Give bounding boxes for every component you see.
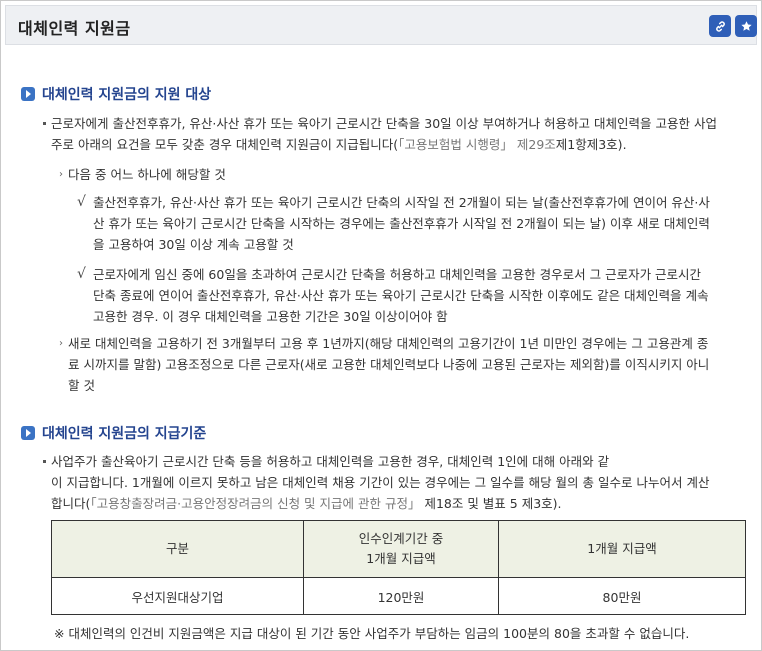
condition-1: › 다음 중 어느 하나에 해당할 것 — [59, 164, 748, 185]
text-line: 을 고용하여 30일 이상 계속 고용할 것 — [93, 237, 294, 252]
regulation-reference-link[interactable]: 「고용창출장려금·고용안정장려금의 신청 및 지급에 관한 규정」 — [90, 496, 420, 511]
condition-title: 다음 중 어느 하나에 해당할 것 — [68, 167, 226, 182]
content-panel: 대체인력 지원금 대체인력 지원금의 지원 대상 근로자에게 출산전후휴가, 유… — [0, 0, 762, 651]
condition-1-b: √ 근로자에게 임신 중에 60일을 초과하여 근로시간 단축을 허용하고 대체… — [77, 264, 758, 327]
text-line: 근로자에게 임신 중에 60일을 초과하여 근로시간 단축을 허용하고 대체인력… — [93, 267, 702, 282]
text-span: 제1항제3호). — [555, 137, 627, 152]
payment-table: 구분 인수인계기간 중 1개월 지급액 1개월 지급액 우선지원대상기업 120만… — [51, 520, 746, 615]
check-icon: √ — [77, 194, 86, 210]
law-reference-link[interactable]: 「고용보험법 시행령」 제29조 — [398, 137, 556, 152]
section-title-eligibility: 대체인력 지원금의 지원 대상 — [21, 84, 211, 104]
table-header: 인수인계기간 중 1개월 지급액 — [303, 520, 499, 578]
link-button[interactable] — [709, 15, 731, 37]
section-title-text: 대체인력 지원금의 지급기준 — [42, 426, 207, 442]
text-span: 합니다( — [51, 496, 91, 511]
text-line: 근로자에게 출산전후휴가, 유산·사산 휴가 또는 육아기 근로시간 단축을 3… — [51, 116, 717, 131]
footnote: ※ 대체인력의 인건비 지원금액은 지급 대상이 된 기간 동안 사업주가 부담… — [54, 626, 690, 641]
table-header-row: 구분 인수인계기간 중 1개월 지급액 1개월 지급액 — [51, 520, 746, 578]
text-line: 단축 종료에 연이어 출산전후휴가, 유산·사산 휴가 또는 육아기 근로시간 … — [93, 288, 709, 303]
page-title: 대체인력 지원금 — [18, 19, 131, 38]
check-icon: √ — [77, 266, 86, 282]
table-cell: 우선지원대상기업 — [51, 577, 304, 615]
text-line: 이 지급합니다. 1개월에 이르지 못하고 남은 대체인력 채용 기간이 있는 … — [51, 475, 710, 490]
eligibility-intro: 근로자에게 출산전후휴가, 유산·사산 휴가 또는 육아기 근로시간 단축을 3… — [43, 113, 756, 155]
bullet-dot — [43, 460, 46, 463]
star-icon — [740, 20, 752, 31]
bullet-dot — [43, 122, 46, 125]
arrow-bullet-icon: › — [59, 169, 63, 180]
text-line: 합니다(「고용창출장려금·고용안정장려금의 신청 및 지급에 관한 규정」 제1… — [51, 493, 756, 514]
text-line: 산 휴가 또는 육아기 근로시간 단축을 시작하는 경우에는 출산전후휴가 시작… — [93, 216, 710, 231]
header-line: 인수인계기간 중 — [358, 531, 444, 546]
section-title-text: 대체인력 지원금의 지원 대상 — [42, 87, 212, 103]
text-line: 주로 아래의 요건을 모두 갖춘 경우 대체인력 지원금이 지급됩니다(「고용보… — [51, 134, 756, 155]
page-header: 대체인력 지원금 — [5, 5, 757, 45]
text-line: 할 것 — [68, 378, 95, 393]
table-row: 우선지원대상기업 120만원 80만원 — [51, 577, 746, 615]
section-title-criteria: 대체인력 지원금의 지급기준 — [21, 423, 206, 443]
header-line: 1개월 지급액 — [366, 551, 436, 566]
text-line: 새로 대체인력을 고용하기 전 3개월부터 고용 후 1년까지(해당 대체인력의… — [68, 336, 709, 351]
table-header: 1개월 지급액 — [498, 520, 746, 578]
criteria-body: 사업주가 출산육아기 근로시간 단축 등을 허용하고 대체인력을 고용한 경우,… — [43, 451, 756, 514]
table-header: 구분 — [51, 520, 304, 578]
arrow-bullet-icon: › — [59, 338, 63, 349]
condition-1-a: √ 출산전후휴가, 유산·사산 휴가 또는 육아기 근로시간 단축의 시작일 전… — [77, 192, 758, 255]
condition-2: › 새로 대체인력을 고용하기 전 3개월부터 고용 후 1년까지(해당 대체인… — [59, 333, 758, 396]
text-span: 제18조 및 별표 5 제3호). — [420, 496, 562, 511]
text-span: 주로 아래의 요건을 모두 갖춘 경우 대체인력 지원금이 지급됩니다( — [51, 137, 399, 152]
text-line: 고용한 경우. 이 경우 대체인력을 고용한 기간은 30일 이상이어야 함 — [93, 309, 448, 324]
link-icon — [715, 20, 725, 32]
text-line: 료 시까지를 말함) 고용조정으로 다른 근로자(새로 고용한 대체인력보다 나… — [68, 357, 710, 372]
section-bullet-icon — [21, 426, 35, 440]
text-line: 출산전후휴가, 유산·사산 휴가 또는 육아기 근로시간 단축의 시작일 전 2… — [93, 195, 710, 210]
text-line: 사업주가 출산육아기 근로시간 단축 등을 허용하고 대체인력을 고용한 경우,… — [51, 454, 610, 469]
section-bullet-icon — [21, 87, 35, 101]
table-cell: 120만원 — [303, 577, 499, 615]
bookmark-button[interactable] — [735, 15, 757, 37]
table-cell: 80만원 — [498, 577, 746, 615]
